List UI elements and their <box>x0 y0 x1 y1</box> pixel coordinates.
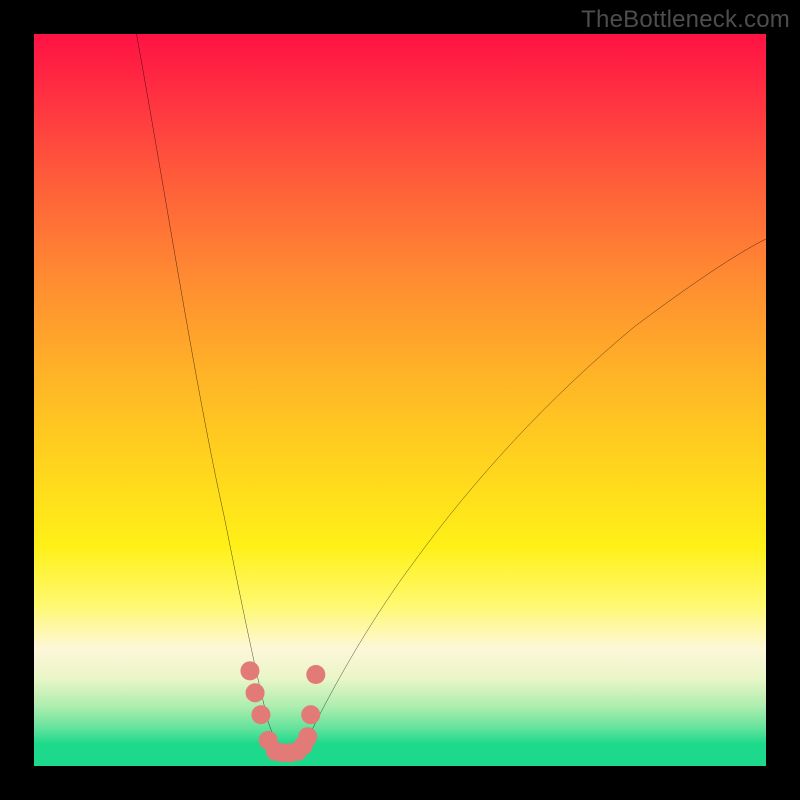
chart-frame: TheBottleneck.com <box>0 0 800 800</box>
plot-area <box>34 34 766 766</box>
bottleneck-curve <box>136 34 766 751</box>
bottleneck-curve-svg <box>34 34 766 766</box>
highlight-dots <box>240 661 325 762</box>
watermark-text: TheBottleneck.com <box>581 6 790 34</box>
